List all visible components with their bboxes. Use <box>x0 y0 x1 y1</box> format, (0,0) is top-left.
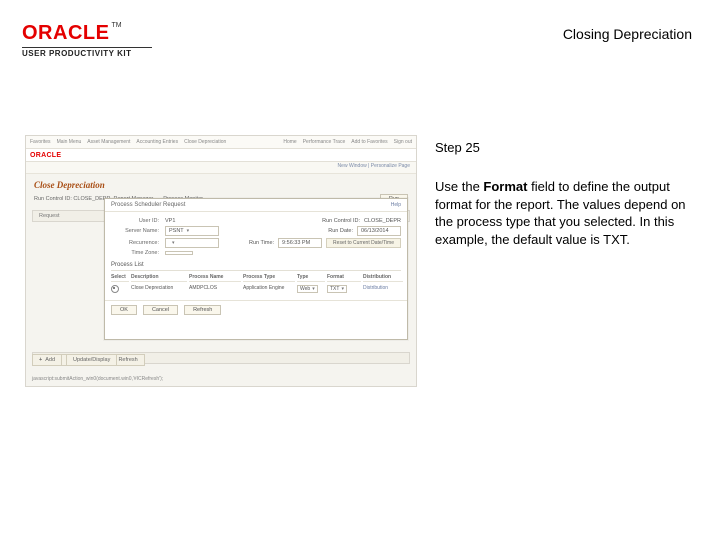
help-link[interactable]: Help <box>391 202 401 208</box>
page-toolbar[interactable]: New Window | Personalize Page <box>26 162 416 174</box>
col-format: Format <box>327 273 361 282</box>
col-process-type: Process Type <box>243 273 295 282</box>
timezone-input[interactable] <box>165 251 193 255</box>
trademark: TM <box>111 22 121 29</box>
server-label: Server Name: <box>111 228 159 234</box>
document-title: Closing Depreciation <box>563 26 692 42</box>
subbrand-label: USER PRODUCTIVITY KIT <box>22 49 152 58</box>
menu-item[interactable]: Favorites <box>30 139 51 145</box>
toptab[interactable]: Performance Trace <box>303 139 346 145</box>
rundate-label: Run Date: <box>328 228 353 234</box>
runctl-label: Run Control ID: <box>322 218 360 224</box>
chevron-down-icon: ▾ <box>341 286 344 292</box>
add-button[interactable]: Add <box>32 354 62 366</box>
step-label: Step 25 <box>435 140 480 155</box>
brand-block: ORACLETM USER PRODUCTIVITY KIT <box>22 22 152 58</box>
col-description: Description <box>131 273 187 282</box>
server-select[interactable]: PSNT▾ <box>165 226 219 236</box>
menu-item[interactable]: Main Menu <box>57 139 82 145</box>
update-display-button[interactable]: Update/Display <box>66 354 117 366</box>
instruction-text: Use the Format field to define the outpu… <box>435 178 695 248</box>
toptab[interactable]: Add to Favorites <box>351 139 387 145</box>
userid-label: User ID: <box>111 218 159 224</box>
plus-icon <box>39 357 42 363</box>
menu-item[interactable]: Accounting Entries <box>136 139 178 145</box>
app-oracle-logo: ORACLE <box>30 152 61 159</box>
instruction-bold: Format <box>483 179 527 194</box>
rundate-input[interactable]: 06/13/2014 <box>357 226 401 236</box>
oracle-logo: ORACLE <box>22 22 109 44</box>
row-process-name: AMDPCLOS <box>189 284 241 296</box>
statusbar-text: javascript:submitAction_win0(document.wi… <box>32 376 163 382</box>
toptab[interactable]: Home <box>283 139 296 145</box>
radio-icon <box>111 285 119 293</box>
format-select[interactable]: TXT▾ <box>327 284 361 296</box>
menu-item[interactable]: Asset Management <box>87 139 130 145</box>
app-brandbar: ORACLE <box>26 149 416 162</box>
chevron-down-icon: ▾ <box>172 240 175 246</box>
page-title: Close Depreciation <box>26 174 416 192</box>
row-distribution[interactable]: Distribution <box>363 284 403 296</box>
ok-button[interactable]: OK <box>111 305 137 315</box>
col-process-name: Process Name <box>189 273 241 282</box>
embedded-screenshot: Favorites Main Menu Asset Management Acc… <box>25 135 417 387</box>
cancel-button[interactable]: Cancel <box>143 305 178 315</box>
col-distribution: Distribution <box>363 273 403 282</box>
process-scheduler-modal: Process Scheduler Request Help User ID: … <box>104 198 408 340</box>
row-select[interactable] <box>111 284 129 296</box>
recurrence-label: Recurrence: <box>111 240 159 246</box>
runtime-label: Run Time: <box>249 240 274 246</box>
timezone-label: Time Zone: <box>111 250 159 256</box>
menu-item[interactable]: Close Depreciation <box>184 139 226 145</box>
col-select: Select <box>111 273 129 282</box>
process-list-table: Select Description Process Name Process … <box>111 273 401 296</box>
row-type[interactable]: Web▾ <box>297 284 325 296</box>
modal-title: Process Scheduler Request <box>111 202 185 208</box>
recurrence-select[interactable]: ▾ <box>165 238 219 248</box>
instruction-pre: Use the <box>435 179 483 194</box>
runctl-value: CLOSE_DEPR <box>364 218 401 224</box>
toptab[interactable]: Sign out <box>394 139 412 145</box>
runtime-input[interactable]: 9:56:33 PM <box>278 238 322 248</box>
row-description: Close Depreciation <box>131 284 187 296</box>
userid-value: VP1 <box>165 218 175 224</box>
chevron-down-icon: ▾ <box>312 286 315 292</box>
logo-divider <box>22 47 152 48</box>
process-list-heading: Process List <box>111 262 401 271</box>
app-menubar: Favorites Main Menu Asset Management Acc… <box>26 136 416 149</box>
page-action-bar-right: Add Update/Display <box>32 354 336 366</box>
refresh-button[interactable]: Refresh <box>184 305 221 315</box>
chevron-down-icon: ▾ <box>187 228 190 234</box>
col-type: Type <box>297 273 325 282</box>
row-process-type: Application Engine <box>243 284 295 296</box>
reset-datetime-button[interactable]: Reset to Current Date/Time <box>326 238 401 248</box>
